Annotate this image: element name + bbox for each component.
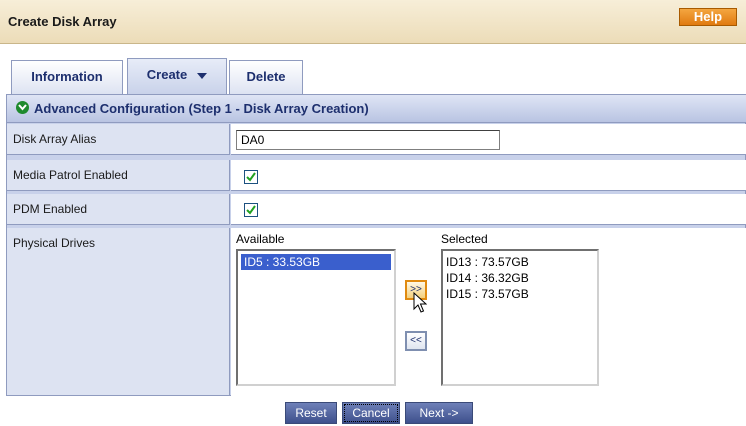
tab-delete[interactable]: Delete [229,60,303,94]
pdm-cell [231,194,746,225]
check-icon [246,205,256,215]
next-button[interactable]: Next -> [405,402,473,424]
alias-label: Disk Array Alias [7,124,230,155]
remove-drive-button[interactable]: << [405,331,427,351]
page-title: Create Disk Array [8,14,117,29]
selected-drives-list[interactable]: ID13 : 73.57GB ID14 : 36.32GB ID15 : 73.… [441,249,599,386]
selected-caption: Selected [441,232,488,246]
media-patrol-cell [231,160,746,191]
check-icon [246,172,256,182]
available-caption: Available [236,232,285,246]
list-item[interactable]: ID15 : 73.57GB [443,286,597,302]
pdm-label: PDM Enabled [7,194,230,225]
available-drives-list[interactable]: ID5 : 33.53GB [236,249,396,386]
chevron-down-circle-icon[interactable] [16,101,29,114]
physical-drives-label: Physical Drives [7,228,230,396]
list-item[interactable]: ID13 : 73.57GB [443,254,597,270]
list-item[interactable]: ID14 : 36.32GB [443,270,597,286]
tab-create-label: Create [146,67,188,82]
tab-information[interactable]: Information [11,60,123,94]
tab-delete-label: Delete [246,69,286,84]
list-item[interactable]: ID5 : 33.53GB [241,254,391,270]
media-patrol-label: Media Patrol Enabled [7,160,230,191]
tab-create[interactable]: Create [127,58,227,94]
chevron-down-icon[interactable] [197,72,208,79]
section-title: Advanced Configuration (Step 1 - Disk Ar… [34,101,369,116]
pdm-checkbox[interactable] [244,203,258,217]
cancel-button[interactable]: Cancel [342,402,400,424]
reset-button[interactable]: Reset [285,402,337,424]
alias-input[interactable] [236,130,500,150]
mouse-pointer-icon [413,291,428,317]
help-button[interactable]: Help [679,8,737,26]
tab-information-label: Information [31,69,103,84]
media-patrol-checkbox[interactable] [244,170,258,184]
